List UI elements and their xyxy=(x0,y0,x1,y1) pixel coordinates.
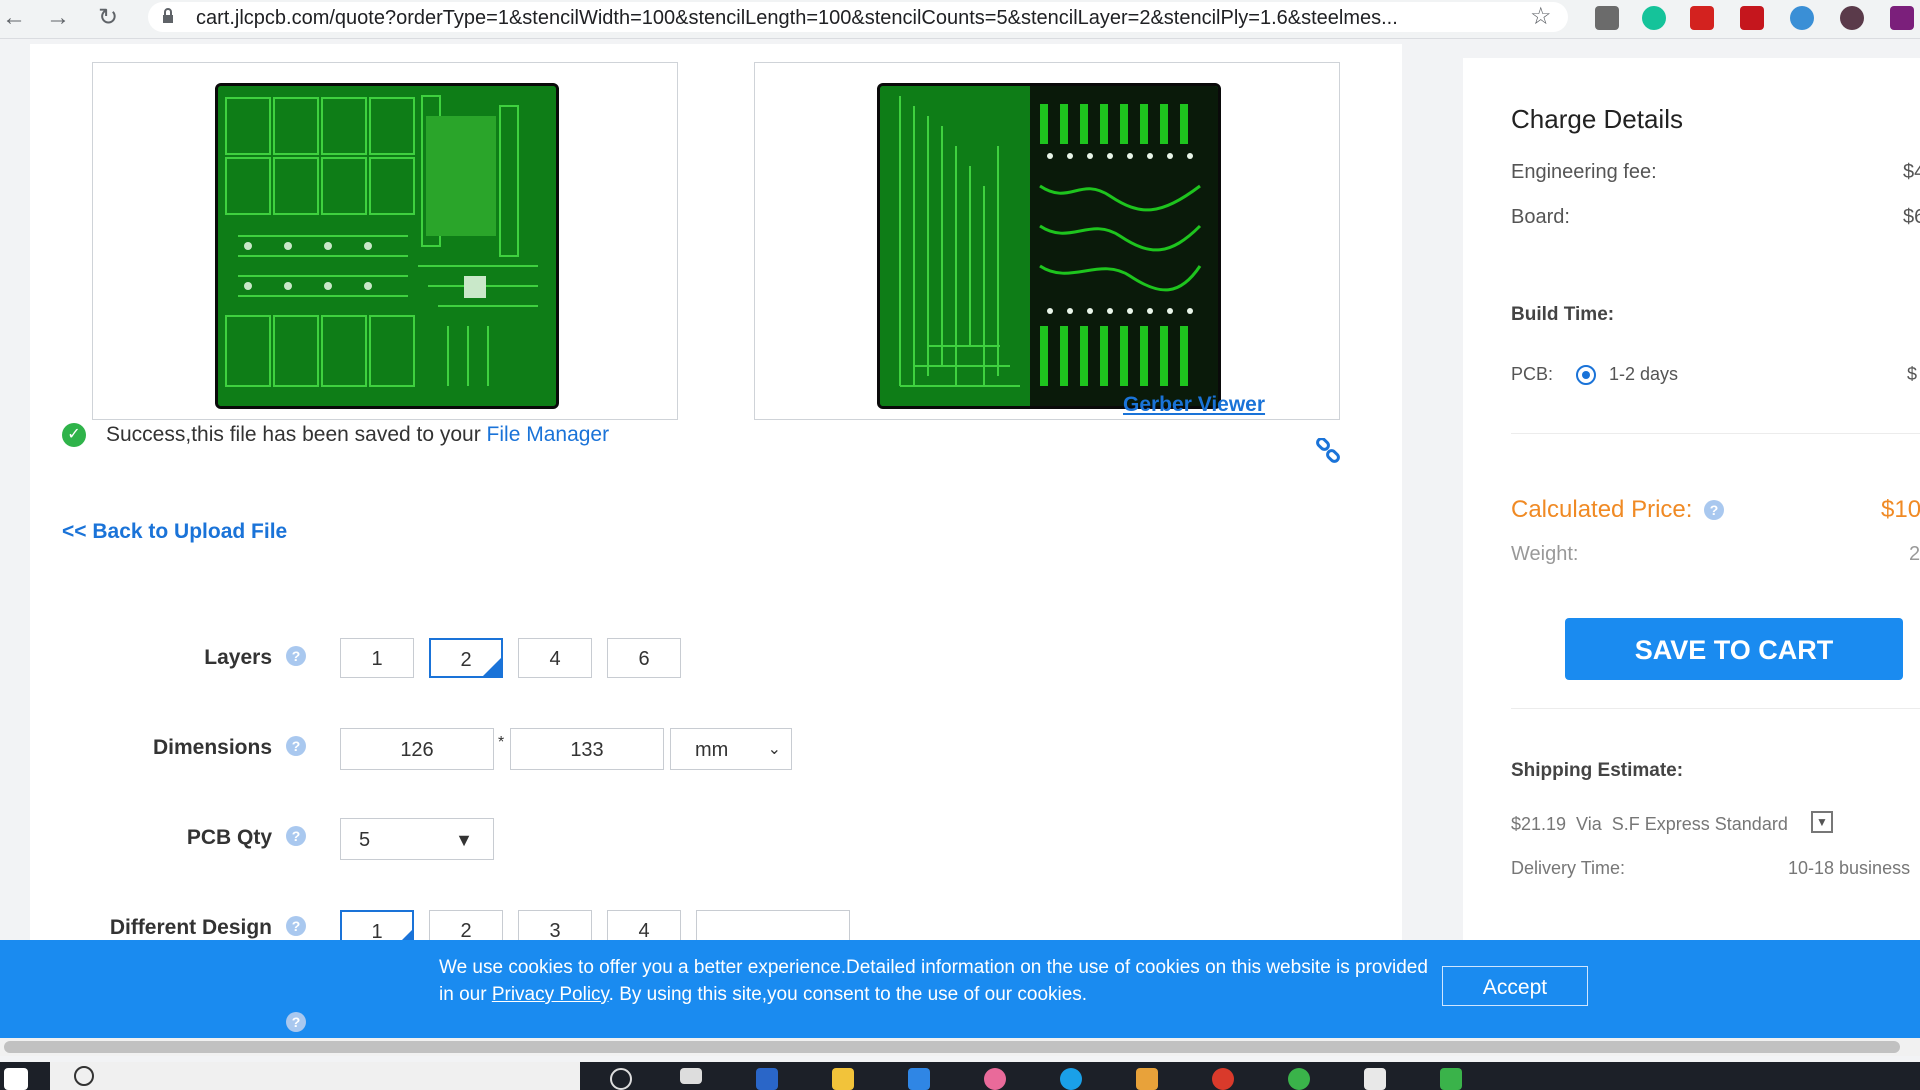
lock-icon xyxy=(163,8,173,23)
os-taskbar xyxy=(0,1062,1920,1090)
extension-pdf-icon[interactable] xyxy=(1690,6,1714,30)
pcb-qty-select[interactable]: 5 ▼ xyxy=(340,818,494,860)
pcb-top-preview xyxy=(92,62,678,420)
build-time-heading: Build Time: xyxy=(1511,304,1615,325)
app-icon-orange[interactable] xyxy=(1136,1068,1158,1090)
layers-help-icon[interactable]: ? xyxy=(286,646,306,666)
pcb-qty-help-icon[interactable]: ? xyxy=(286,826,306,846)
pcb-top-image xyxy=(215,83,559,409)
delivery-time-value: 10-18 business xyxy=(1788,858,1911,878)
layers-option-1[interactable]: 1 xyxy=(340,638,414,678)
build-time-radio[interactable] xyxy=(1576,365,1596,385)
url-text: cart.jlcpcb.com/quote?orderType=1&stenci… xyxy=(196,7,1398,29)
address-bar[interactable]: cart.jlcpcb.com/quote?orderType=1&stenci… xyxy=(148,2,1568,32)
unit-select[interactable]: mm ⌄ xyxy=(670,728,792,770)
help-icon[interactable]: ? xyxy=(286,1012,306,1032)
caret-down-icon: ▼ xyxy=(455,830,473,850)
build-time-option: 1-2 days xyxy=(1609,364,1679,384)
privacy-policy-link[interactable]: Privacy Policy xyxy=(492,984,609,1005)
start-icon[interactable] xyxy=(4,1068,28,1090)
notepad-icon[interactable] xyxy=(1364,1068,1386,1090)
file-explorer-icon[interactable] xyxy=(832,1068,854,1090)
save-to-cart-button[interactable]: SAVE TO CART xyxy=(1565,618,1903,680)
engineering-fee-value: $4 xyxy=(1903,161,1920,183)
back-to-upload-link[interactable]: << Back to Upload File xyxy=(62,520,287,544)
reload-icon[interactable]: ↻ xyxy=(94,4,122,32)
shipping-estimate-line: $21.19 Via S.F Express Standard xyxy=(1511,814,1788,834)
board-label: Board: xyxy=(1511,206,1570,228)
cookie-text-2: . By using this site,you consent to the … xyxy=(608,984,1088,1005)
extension-profile-icon[interactable] xyxy=(1840,6,1864,30)
success-check-icon: ✓ xyxy=(62,423,86,448)
accept-cookies-button[interactable]: Accept xyxy=(1442,966,1588,1006)
taskbar-search-box[interactable] xyxy=(50,1062,580,1090)
extension-menu-icon[interactable] xyxy=(1890,6,1914,30)
file-manager-link[interactable]: File Manager xyxy=(487,423,610,446)
browser-toolbar: ← → ↻ cart.jlcpcb.com/quote?orderType=1&… xyxy=(0,0,1920,39)
layers-option-2[interactable]: 2 xyxy=(429,638,503,678)
width-input[interactable]: 126 xyxy=(340,728,494,770)
pcb-build-label: PCB: xyxy=(1511,364,1554,384)
cookie-banner: We use cookies to offer you a better exp… xyxy=(0,940,1920,1038)
charge-details-title: Charge Details xyxy=(1511,104,1683,134)
app-icon-pink[interactable] xyxy=(984,1068,1006,1090)
length-input[interactable]: 133 xyxy=(510,728,664,770)
charge-details-panel: Charge Details Engineering fee: $4 Board… xyxy=(1463,58,1920,958)
search-icon xyxy=(74,1066,94,1086)
edge-icon[interactable] xyxy=(756,1068,778,1090)
calculated-price-value: $10 xyxy=(1881,496,1920,523)
shipping-estimate-heading: Shipping Estimate: xyxy=(1511,760,1684,781)
dimensions-help-icon[interactable]: ? xyxy=(286,736,306,756)
layers-option-6[interactable]: 6 xyxy=(607,638,681,678)
extension-globe-icon[interactable] xyxy=(1790,6,1814,30)
chevron-down-icon: ⌄ xyxy=(767,741,781,758)
layers-option-4[interactable]: 4 xyxy=(518,638,592,678)
quote-panel xyxy=(30,44,1402,944)
extension-flash-icon[interactable] xyxy=(1740,6,1764,30)
calculated-price-label: Calculated Price: xyxy=(1511,496,1693,523)
calculated-price-help-icon[interactable]: ? xyxy=(1704,500,1724,520)
back-arrow-icon[interactable]: ← xyxy=(0,4,28,32)
cortana-icon[interactable] xyxy=(610,1068,632,1090)
divider xyxy=(1511,433,1920,434)
cookie-text: We use cookies to offer you a better exp… xyxy=(439,954,1429,1008)
divider xyxy=(1511,708,1920,709)
weight-label: Weight: xyxy=(1511,543,1579,565)
forward-arrow-icon[interactable]: → xyxy=(44,4,72,32)
engineering-fee-label: Engineering fee: xyxy=(1511,161,1657,183)
pcb-bottom-image xyxy=(877,83,1221,409)
unit-value: mm xyxy=(695,739,729,761)
extension-icon-1[interactable] xyxy=(1595,6,1619,30)
board-value: $6 xyxy=(1903,206,1920,228)
horizontal-scrollbar[interactable] xyxy=(0,1038,1920,1056)
task-view-icon[interactable] xyxy=(680,1068,702,1084)
layers-label: Layers xyxy=(204,646,272,669)
pcb-qty-value: 5 xyxy=(359,829,371,851)
app-icon-green[interactable] xyxy=(1288,1068,1310,1090)
extension-grammarly-icon[interactable] xyxy=(1642,6,1666,30)
upload-success-message: ✓ Success,this file has been saved to you… xyxy=(62,423,610,448)
bookmark-star-icon[interactable]: ☆ xyxy=(1530,2,1552,31)
delivery-time-label: Delivery Time: xyxy=(1511,858,1626,878)
dimension-separator: * xyxy=(498,734,505,751)
pcb-qty-label: PCB Qty xyxy=(186,826,272,849)
app-icon-green-2[interactable] xyxy=(1440,1068,1462,1090)
different-design-help-icon[interactable]: ? xyxy=(286,916,306,936)
weight-value: 2 xyxy=(1909,543,1920,565)
build-time-price: $ xyxy=(1907,364,1918,384)
success-text: Success,this file has been saved to your xyxy=(106,423,487,446)
scrollbar-thumb[interactable] xyxy=(4,1041,1900,1053)
chrome-icon[interactable] xyxy=(1212,1068,1234,1090)
link-icon[interactable] xyxy=(1315,438,1341,464)
different-design-label: Different Design xyxy=(109,916,272,939)
app-icon-blue[interactable] xyxy=(1060,1068,1082,1090)
shipping-dropdown-icon[interactable]: ▼ xyxy=(1811,811,1833,833)
pcb-bottom-preview xyxy=(754,62,1340,420)
gerber-viewer-link[interactable]: Gerber Viewer xyxy=(1123,393,1265,417)
mail-icon[interactable] xyxy=(908,1068,930,1090)
dimensions-label: Dimensions xyxy=(152,736,272,759)
